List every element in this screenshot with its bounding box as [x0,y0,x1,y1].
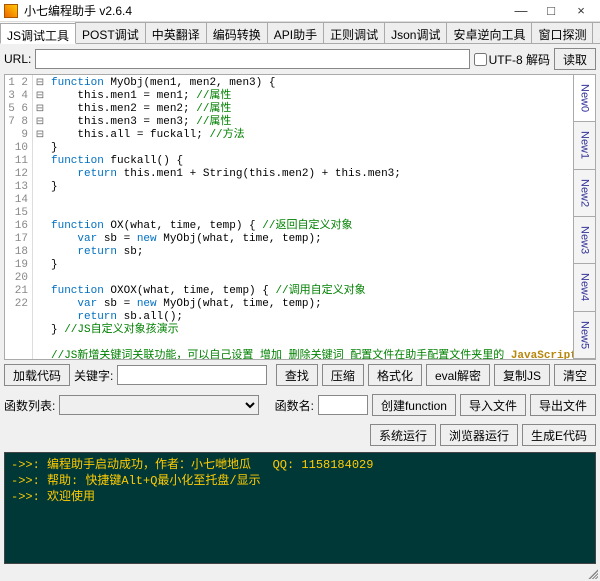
toolbar-row-3: 系统运行 浏览器运行 生成E代码 [0,420,600,450]
editor-side-tabs: New0New1New2New3New4New5 [573,75,595,359]
editor-tab-New4[interactable]: New4 [574,264,595,311]
code-editor-area: 1 2 3 4 5 6 7 8 9 10 11 12 13 14 15 16 1… [4,74,596,360]
tab-9[interactable]: 加密解密 [592,22,600,43]
generate-e-code-button[interactable]: 生成E代码 [522,424,596,446]
function-name-input[interactable] [318,395,368,415]
editor-tab-New1[interactable]: New1 [574,122,595,169]
function-name-label: 函数名: [275,397,314,414]
url-label: URL: [4,52,31,66]
tab-2[interactable]: 中英翻译 [145,22,207,43]
window-title: 小七编程助手 v2.6.4 [24,2,506,19]
keyword-label: 关键字: [74,367,113,384]
clear-button[interactable]: 清空 [554,364,596,386]
editor-tab-New5[interactable]: New5 [574,312,595,359]
app-icon [4,4,18,18]
maximize-button[interactable]: □ [536,1,566,21]
browser-run-button[interactable]: 浏览器运行 [440,424,518,446]
utf8-decode-checkbox[interactable]: UTF-8 解码 [474,51,550,68]
export-file-button[interactable]: 导出文件 [530,394,596,416]
eval-decrypt-button[interactable]: eval解密 [426,364,490,386]
editor-tab-New3[interactable]: New3 [574,217,595,264]
function-list-label: 函数列表: [4,397,55,414]
find-button[interactable]: 查找 [276,364,318,386]
minimize-button[interactable]: — [506,1,536,21]
tab-1[interactable]: POST调试 [75,22,146,43]
line-number-gutter: 1 2 3 4 5 6 7 8 9 10 11 12 13 14 15 16 1… [5,75,33,359]
url-row: URL: UTF-8 解码 读取 [0,44,600,74]
tab-3[interactable]: 编码转换 [206,22,268,43]
code-content[interactable]: function MyObj(men1, men2, men3) { this.… [47,75,573,359]
tab-5[interactable]: 正则调试 [323,22,385,43]
tab-4[interactable]: API助手 [267,22,324,43]
format-button[interactable]: 格式化 [368,364,422,386]
main-tabstrip: JS调试工具POST调试中英翻译编码转换API助手正则调试Json调试安卓逆向工… [0,22,600,44]
toolbar-row-1: 加载代码 关键字: 查找 压缩 格式化 eval解密 复制JS 清空 [0,360,600,390]
editor-tab-New0[interactable]: New0 [574,75,595,122]
copy-js-button[interactable]: 复制JS [494,364,550,386]
url-input[interactable] [35,49,469,69]
function-list-select[interactable] [59,395,259,415]
utf8-checkbox-input[interactable] [474,53,487,66]
tab-8[interactable]: 窗口探测 [531,22,593,43]
keyword-input[interactable] [117,365,267,385]
fold-gutter: ⊟ ⊟ ⊟ ⊟ ⊟ [33,75,47,359]
tab-6[interactable]: Json调试 [384,22,447,43]
import-file-button[interactable]: 导入文件 [460,394,526,416]
compress-button[interactable]: 压缩 [322,364,364,386]
system-run-button[interactable]: 系统运行 [370,424,436,446]
resize-grip[interactable] [586,567,598,579]
tab-0[interactable]: JS调试工具 [0,23,76,44]
toolbar-row-2: 函数列表: 函数名: 创建function 导入文件 导出文件 [0,390,600,420]
read-button[interactable]: 读取 [554,48,596,70]
window-titlebar: 小七编程助手 v2.6.4 — □ × [0,0,600,22]
load-code-button[interactable]: 加载代码 [4,364,70,386]
editor-tab-New2[interactable]: New2 [574,170,595,217]
utf8-checkbox-label: UTF-8 解码 [489,51,550,68]
create-function-button[interactable]: 创建function [372,394,456,416]
output-console: ->>: 编程助手启动成功，作者：小七哋地瓜 QQ: 1158184029 ->… [4,452,596,564]
close-button[interactable]: × [566,1,596,21]
tab-7[interactable]: 安卓逆向工具 [446,22,532,43]
